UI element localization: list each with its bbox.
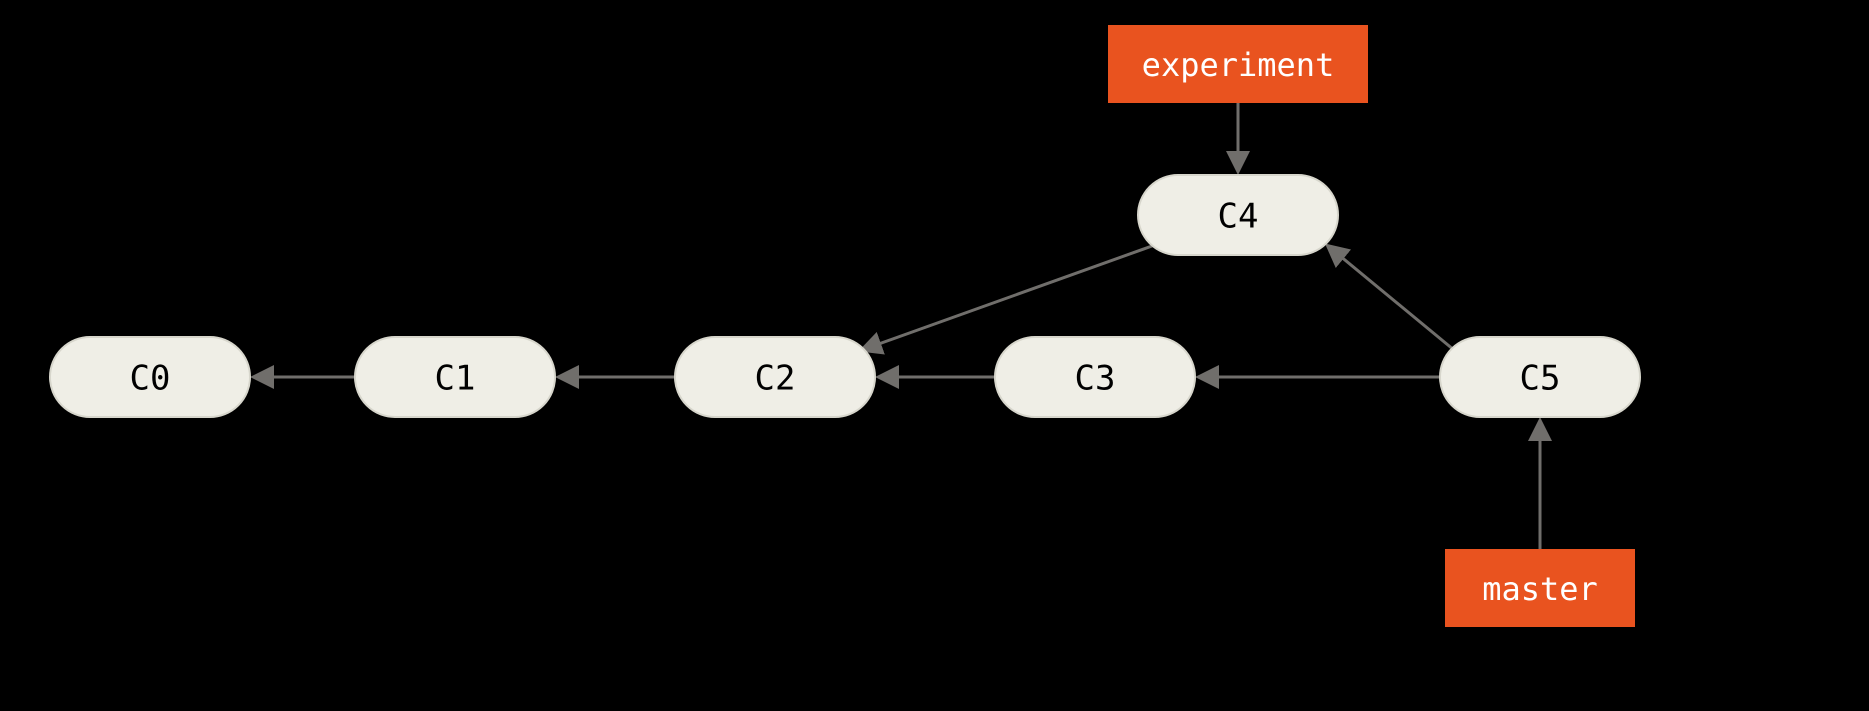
commit-c5-label: C5 <box>1520 359 1561 399</box>
branch-experiment-label: experiment <box>1142 46 1335 84</box>
commit-c3-label: C3 <box>1075 359 1116 399</box>
commit-c2: C2 <box>675 337 875 417</box>
commit-c0: C0 <box>50 337 250 417</box>
commit-c5: C5 <box>1440 337 1640 417</box>
edges-layer <box>254 103 1540 549</box>
edge-c5-c4 <box>1328 246 1454 350</box>
commit-c1: C1 <box>355 337 555 417</box>
branch-experiment: experiment <box>1108 25 1368 103</box>
commit-c3: C3 <box>995 337 1195 417</box>
commit-c4: C4 <box>1138 175 1338 255</box>
commit-c4-label: C4 <box>1218 197 1259 237</box>
edge-c4-c2 <box>862 246 1152 350</box>
git-graph-canvas: C0 C1 C2 C3 C4 C5 experiment master <box>0 0 1869 711</box>
branch-master-label: master <box>1482 570 1598 608</box>
branch-master: master <box>1445 549 1635 627</box>
commit-c2-label: C2 <box>755 359 796 399</box>
commit-c1-label: C1 <box>435 359 476 399</box>
commit-c0-label: C0 <box>130 359 171 399</box>
